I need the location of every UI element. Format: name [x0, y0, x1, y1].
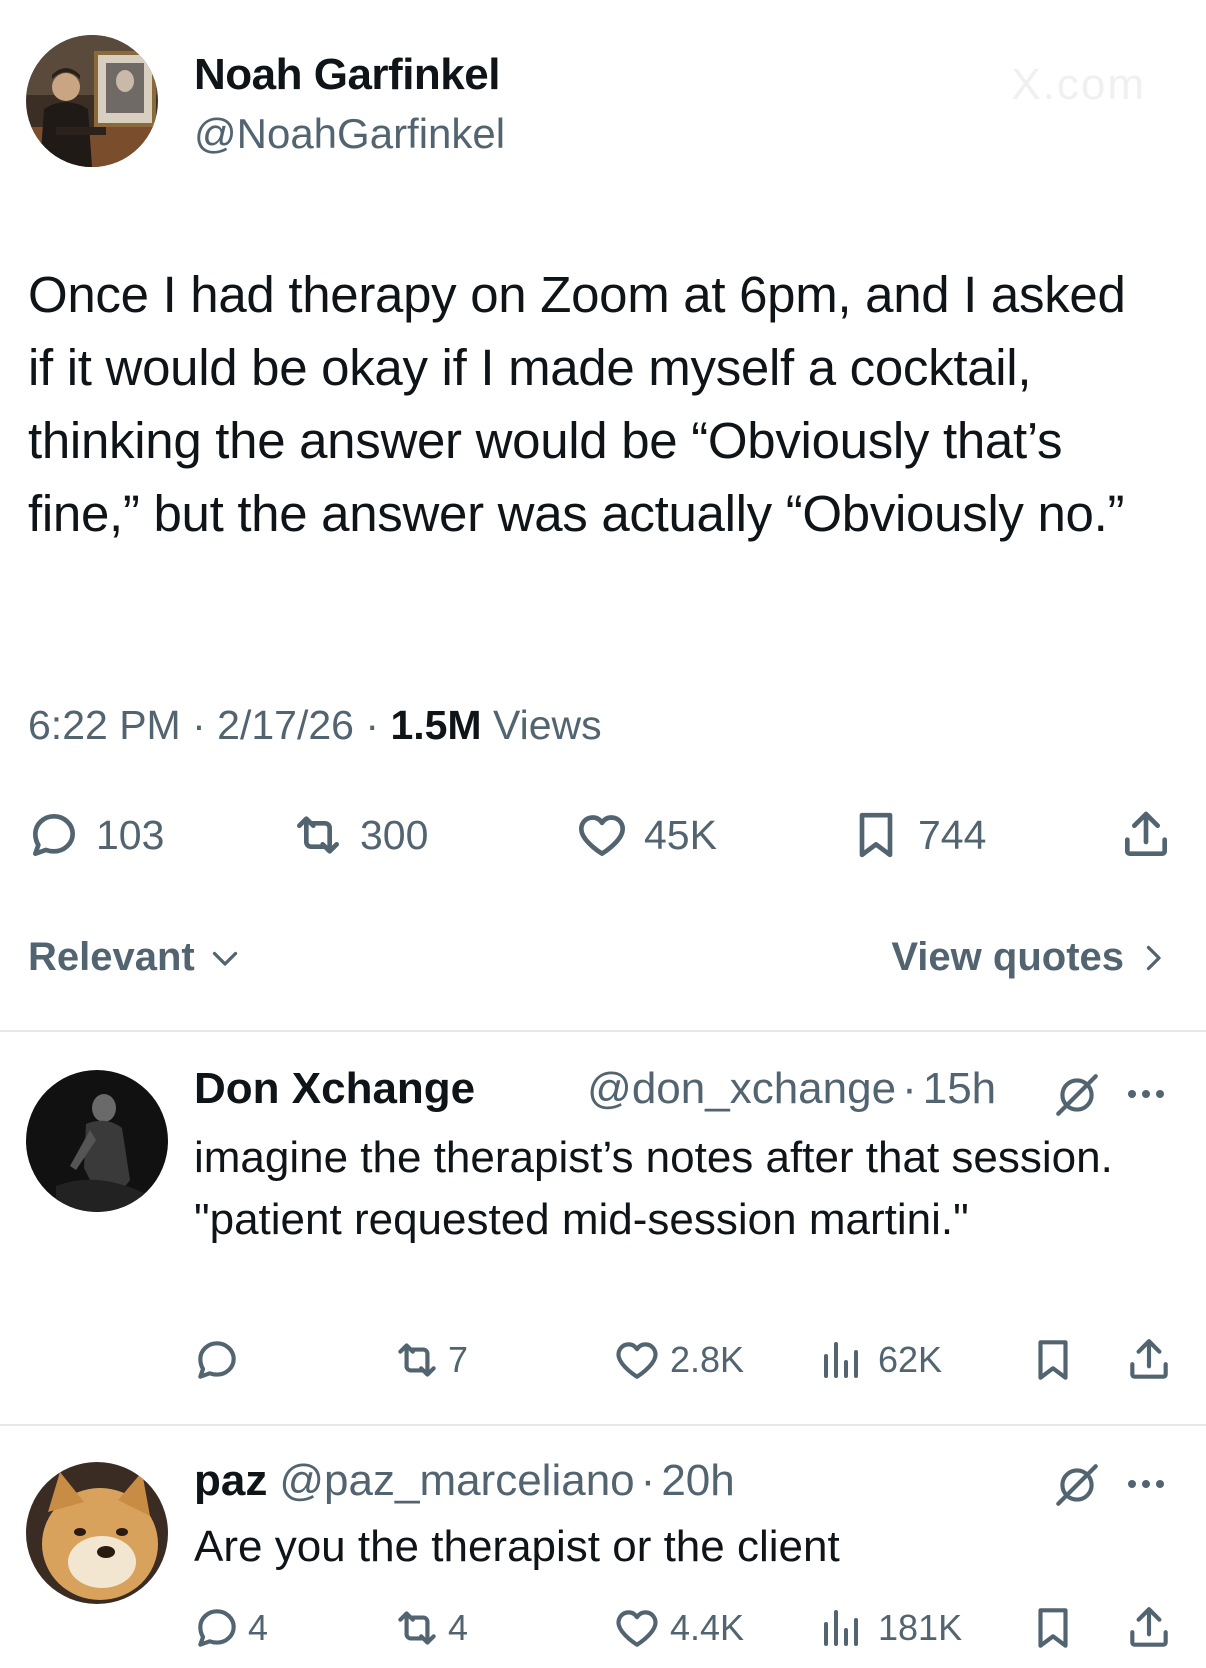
reply-time[interactable]: 20h	[661, 1456, 734, 1506]
like-button[interactable]: 4.4K	[612, 1598, 744, 1658]
tweet-date[interactable]: 2/17/26	[217, 702, 354, 748]
reply-author-name[interactable]: paz	[194, 1456, 267, 1506]
meta-separator: ·	[192, 702, 206, 748]
like-count: 2.8K	[670, 1339, 745, 1380]
author-name[interactable]: Noah Garfinkel	[194, 50, 500, 100]
share-button[interactable]	[1118, 800, 1174, 870]
reply-icon	[198, 1341, 236, 1379]
repost-count: 4	[448, 1607, 469, 1648]
repost-button[interactable]: 4	[392, 1598, 468, 1658]
repost-count: 300	[360, 811, 429, 858]
reply-count: 103	[96, 811, 165, 858]
reply-count: 4	[248, 1607, 269, 1648]
like-icon	[616, 1610, 658, 1647]
reply-button[interactable]: 103	[26, 800, 164, 870]
bookmark-button[interactable]	[1028, 1598, 1078, 1658]
tweet-text: Once I had therapy on Zoom at 6pm, and I…	[28, 266, 1126, 542]
more-icon[interactable]	[1128, 1090, 1164, 1098]
reply-button[interactable]: 4	[192, 1598, 268, 1658]
like-button[interactable]: 2.8K	[612, 1330, 744, 1390]
share-icon	[1125, 811, 1167, 856]
tweet-detail-page: X.com Noah Garfinkel @NoahGarfinkel Once…	[0, 0, 1206, 1668]
repost-count: 7	[448, 1339, 469, 1380]
reply-header: Don Xchange @don_xchange · 15h	[194, 1064, 996, 1114]
bookmark-icon	[859, 812, 893, 858]
tweet-meta: 6:22 PM · 2/17/26 · 1.5M Views	[28, 702, 602, 749]
views-button[interactable]: 62K	[820, 1330, 942, 1390]
view-quotes-link[interactable]: View quotes	[891, 935, 1168, 980]
reply-header: paz @paz_marceliano · 20h	[194, 1456, 735, 1506]
reply-author-handle[interactable]: @don_xchange	[587, 1064, 896, 1114]
reply-author-handle[interactable]: @paz_marceliano	[279, 1456, 634, 1506]
reply-avatar-image	[26, 1462, 168, 1604]
reply-text: Are you the therapist or the client	[194, 1522, 840, 1571]
like-icon	[616, 1342, 658, 1379]
repost-button[interactable]: 7	[392, 1330, 468, 1390]
chevron-down-icon	[212, 951, 237, 966]
divider	[0, 1030, 1206, 1032]
divider	[0, 1424, 1206, 1426]
reply-dot: ·	[640, 1456, 656, 1505]
repost-icon	[398, 1611, 436, 1645]
share-icon	[1130, 1339, 1168, 1379]
reply-sort-dropdown[interactable]: Relevant	[28, 935, 243, 980]
reply-action-bar: 4 4 4.4K 181K	[0, 1598, 1206, 1658]
views-count: 181K	[878, 1607, 963, 1648]
share-button[interactable]	[1124, 1598, 1174, 1658]
reply-button[interactable]	[192, 1330, 256, 1390]
views-label: Views	[493, 702, 602, 748]
watermark: X.com	[1011, 60, 1146, 109]
reply-text: imagine the therapist’s notes after that…	[194, 1133, 1113, 1244]
bookmark-button[interactable]	[1028, 1330, 1078, 1390]
like-count: 4.4K	[670, 1607, 745, 1648]
reply-avatar[interactable]	[26, 1070, 168, 1212]
bookmark-icon	[1038, 1340, 1068, 1380]
repost-icon	[398, 1343, 436, 1377]
reply-author-name[interactable]: Don Xchange	[194, 1064, 475, 1114]
share-icon	[1130, 1607, 1168, 1647]
reply-icon	[33, 814, 75, 856]
views-count: 62K	[878, 1339, 943, 1380]
reply-time[interactable]: 15h	[923, 1064, 996, 1114]
author-avatar[interactable]	[26, 35, 158, 167]
author-avatar-image	[26, 35, 158, 167]
bookmark-icon	[1038, 1608, 1068, 1648]
bookmark-count: 744	[918, 811, 987, 858]
like-button[interactable]: 45K	[574, 800, 717, 870]
reply-icon	[198, 1609, 236, 1647]
like-count: 45K	[644, 811, 717, 858]
reply-avatar[interactable]	[26, 1462, 168, 1604]
meta-separator: ·	[365, 702, 380, 748]
views-icon	[824, 1610, 858, 1646]
repost-icon	[297, 816, 339, 854]
tweet-action-bar: 103 300 45K 744	[0, 800, 1206, 870]
views-button[interactable]: 181K	[820, 1598, 962, 1658]
author-handle[interactable]: @NoahGarfinkel	[194, 110, 505, 158]
reply-dot: ·	[902, 1064, 917, 1113]
views-count: 1.5M	[390, 702, 482, 748]
more-icon[interactable]	[1128, 1480, 1164, 1488]
chevron-right-icon	[1146, 945, 1161, 970]
share-button[interactable]	[1124, 1330, 1174, 1390]
views-icon	[824, 1342, 858, 1378]
reply-avatar-image	[26, 1070, 168, 1212]
like-icon	[579, 815, 625, 856]
repost-button[interactable]: 300	[290, 800, 428, 870]
grok-icon[interactable]	[1052, 1070, 1102, 1120]
grok-icon[interactable]	[1052, 1460, 1102, 1510]
view-quotes-label: View quotes	[891, 935, 1124, 979]
tweet-time[interactable]: 6:22 PM	[28, 702, 181, 748]
reply-action-bar: 7 2.8K 62K	[0, 1330, 1206, 1390]
sort-label: Relevant	[28, 935, 195, 979]
bookmark-button[interactable]: 744	[848, 800, 986, 870]
